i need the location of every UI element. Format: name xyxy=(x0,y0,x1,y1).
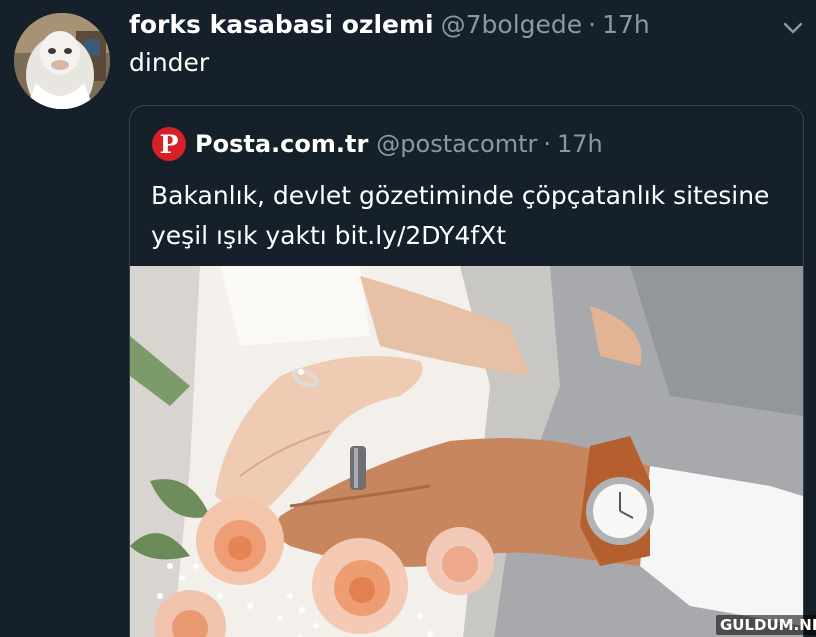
quoted-tweet[interactable]: P Posta.com.tr @postacomtr · 17h Bakanlı… xyxy=(129,105,804,637)
tweet-header: forks kasabasi ozlemi @7bolgede · 17h xyxy=(129,10,650,42)
quoted-tweet-header: P Posta.com.tr @postacomtr · 17h xyxy=(152,127,603,161)
header-separator: · xyxy=(588,10,597,39)
quoted-display-name: Posta.com.tr xyxy=(195,130,369,158)
quoted-user-handle: @postacomtr xyxy=(376,130,538,158)
display-name[interactable]: forks kasabasi ozlemi xyxy=(129,10,434,39)
guldum-watermark: GULDUM.NET xyxy=(716,615,816,635)
avatar[interactable] xyxy=(14,13,110,109)
tweet-text: dinder xyxy=(129,48,210,77)
quoted-tweet-timestamp: 17h xyxy=(557,130,603,158)
tweet-timestamp[interactable]: 17h xyxy=(602,10,650,39)
chevron-down-icon[interactable] xyxy=(780,18,806,38)
quoted-header-separator: · xyxy=(543,130,552,158)
tweet[interactable]: forks kasabasi ozlemi @7bolgede · 17h di… xyxy=(0,0,816,637)
posta-logo-icon: P xyxy=(152,127,186,161)
wedding-hands-image xyxy=(130,266,803,637)
avatar-image xyxy=(14,13,110,109)
user-handle[interactable]: @7bolgede xyxy=(441,10,583,39)
quoted-tweet-image[interactable] xyxy=(130,266,803,637)
quoted-tweet-text: Bakanlık, devlet gözetiminde çöpçatanlık… xyxy=(151,181,770,250)
